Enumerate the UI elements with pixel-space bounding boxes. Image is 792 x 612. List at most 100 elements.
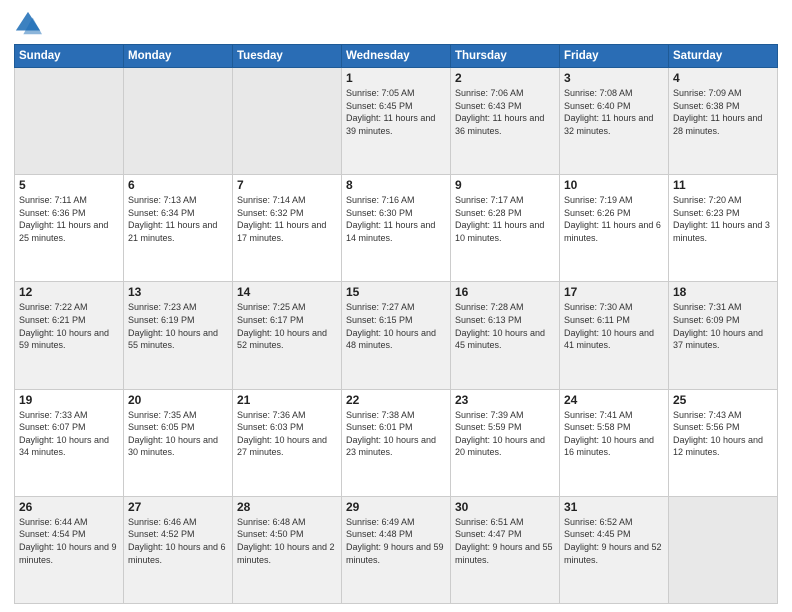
weekday-header-sunday: Sunday — [15, 45, 124, 68]
calendar-cell — [233, 68, 342, 175]
calendar-cell: 30Sunrise: 6:51 AMSunset: 4:47 PMDayligh… — [451, 496, 560, 603]
day-info: Sunrise: 7:06 AMSunset: 6:43 PMDaylight:… — [455, 87, 555, 137]
day-info: Sunrise: 6:44 AMSunset: 4:54 PMDaylight:… — [19, 516, 119, 566]
calendar-week-row: 1 Sunrise: 7:05 AMSunset: 6:45 PMDaylight… — [15, 68, 778, 175]
calendar-cell: 5 Sunrise: 7:11 AMSunset: 6:36 PMDaylight… — [15, 175, 124, 282]
day-info: Sunrise: 7:19 AMSunset: 6:26 PMDaylight:… — [564, 194, 664, 244]
day-number: 19 — [19, 393, 119, 407]
calendar-cell: 20 Sunrise: 7:35 AMSunset: 6:05 PMDayligh… — [124, 389, 233, 496]
day-info: Sunrise: 7:35 AMSunset: 6:05 PMDaylight:… — [128, 409, 228, 459]
calendar-cell: 11 Sunrise: 7:20 AMSunset: 6:23 PMDayligh… — [669, 175, 778, 282]
calendar-cell: 28 Sunrise: 6:48 AMSunset: 4:50 PMDayligh… — [233, 496, 342, 603]
calendar-week-row: 12 Sunrise: 7:22 AMSunset: 6:21 PMDayligh… — [15, 282, 778, 389]
calendar-cell: 24 Sunrise: 7:41 AMSunset: 5:58 PMDayligh… — [560, 389, 669, 496]
day-number: 20 — [128, 393, 228, 407]
weekday-header-row: SundayMondayTuesdayWednesdayThursdayFrid… — [15, 45, 778, 68]
calendar-cell: 18Sunrise: 7:31 AMSunset: 6:09 PMDayligh… — [669, 282, 778, 389]
day-number: 3 — [564, 71, 664, 85]
weekday-header-thursday: Thursday — [451, 45, 560, 68]
day-info: Sunrise: 7:16 AMSunset: 6:30 PMDaylight:… — [346, 194, 446, 244]
weekday-header-friday: Friday — [560, 45, 669, 68]
calendar-week-row: 19 Sunrise: 7:33 AMSunset: 6:07 PMDayligh… — [15, 389, 778, 496]
day-info: Sunrise: 6:46 AMSunset: 4:52 PMDaylight:… — [128, 516, 228, 566]
calendar-cell: 27Sunrise: 6:46 AMSunset: 4:52 PMDayligh… — [124, 496, 233, 603]
day-info: Sunrise: 7:43 AMSunset: 5:56 PMDaylight:… — [673, 409, 773, 459]
day-number: 9 — [455, 178, 555, 192]
day-info: Sunrise: 7:39 AMSunset: 5:59 PMDaylight:… — [455, 409, 555, 459]
day-info: Sunrise: 7:36 AMSunset: 6:03 PMDaylight:… — [237, 409, 337, 459]
day-number: 10 — [564, 178, 664, 192]
day-number: 31 — [564, 500, 664, 514]
day-info: Sunrise: 7:38 AMSunset: 6:01 PMDaylight:… — [346, 409, 446, 459]
day-number: 28 — [237, 500, 337, 514]
weekday-header-wednesday: Wednesday — [342, 45, 451, 68]
day-number: 11 — [673, 178, 773, 192]
calendar-cell: 15 Sunrise: 7:27 AMSunset: 6:15 PMDayligh… — [342, 282, 451, 389]
day-number: 16 — [455, 285, 555, 299]
day-info: Sunrise: 7:41 AMSunset: 5:58 PMDaylight:… — [564, 409, 664, 459]
calendar-cell: 9 Sunrise: 7:17 AMSunset: 6:28 PMDaylight… — [451, 175, 560, 282]
weekday-header-saturday: Saturday — [669, 45, 778, 68]
calendar-cell: 26Sunrise: 6:44 AMSunset: 4:54 PMDayligh… — [15, 496, 124, 603]
day-info: Sunrise: 7:23 AMSunset: 6:19 PMDaylight:… — [128, 301, 228, 351]
day-number: 17 — [564, 285, 664, 299]
calendar-cell: 12 Sunrise: 7:22 AMSunset: 6:21 PMDayligh… — [15, 282, 124, 389]
day-number: 15 — [346, 285, 446, 299]
day-number: 8 — [346, 178, 446, 192]
weekday-header-monday: Monday — [124, 45, 233, 68]
day-info: Sunrise: 7:25 AMSunset: 6:17 PMDaylight:… — [237, 301, 337, 351]
day-info: Sunrise: 7:08 AMSunset: 6:40 PMDaylight:… — [564, 87, 664, 137]
calendar-cell: 14Sunrise: 7:25 AMSunset: 6:17 PMDayligh… — [233, 282, 342, 389]
day-number: 29 — [346, 500, 446, 514]
calendar-cell: 10 Sunrise: 7:19 AMSunset: 6:26 PMDayligh… — [560, 175, 669, 282]
calendar-cell: 1 Sunrise: 7:05 AMSunset: 6:45 PMDaylight… — [342, 68, 451, 175]
calendar-cell — [15, 68, 124, 175]
calendar-cell: 31 Sunrise: 6:52 AMSunset: 4:45 PMDayligh… — [560, 496, 669, 603]
calendar-cell: 8 Sunrise: 7:16 AMSunset: 6:30 PMDaylight… — [342, 175, 451, 282]
calendar-cell: 19 Sunrise: 7:33 AMSunset: 6:07 PMDayligh… — [15, 389, 124, 496]
calendar-cell: 21Sunrise: 7:36 AMSunset: 6:03 PMDayligh… — [233, 389, 342, 496]
day-info: Sunrise: 6:48 AMSunset: 4:50 PMDaylight:… — [237, 516, 337, 566]
day-number: 5 — [19, 178, 119, 192]
day-info: Sunrise: 6:52 AMSunset: 4:45 PMDaylight:… — [564, 516, 664, 566]
logo-icon — [14, 10, 42, 38]
day-number: 24 — [564, 393, 664, 407]
day-info: Sunrise: 7:14 AMSunset: 6:32 PMDaylight:… — [237, 194, 337, 244]
day-number: 2 — [455, 71, 555, 85]
day-info: Sunrise: 7:09 AMSunset: 6:38 PMDaylight:… — [673, 87, 773, 137]
calendar-cell: 16Sunrise: 7:28 AMSunset: 6:13 PMDayligh… — [451, 282, 560, 389]
day-number: 6 — [128, 178, 228, 192]
day-number: 12 — [19, 285, 119, 299]
day-info: Sunrise: 7:20 AMSunset: 6:23 PMDaylight:… — [673, 194, 773, 244]
day-info: Sunrise: 7:11 AMSunset: 6:36 PMDaylight:… — [19, 194, 119, 244]
day-info: Sunrise: 7:17 AMSunset: 6:28 PMDaylight:… — [455, 194, 555, 244]
calendar-cell: 2 Sunrise: 7:06 AMSunset: 6:43 PMDaylight… — [451, 68, 560, 175]
page: SundayMondayTuesdayWednesdayThursdayFrid… — [0, 0, 792, 612]
calendar-cell: 25 Sunrise: 7:43 AMSunset: 5:56 PMDayligh… — [669, 389, 778, 496]
calendar-cell — [124, 68, 233, 175]
calendar-cell: 22Sunrise: 7:38 AMSunset: 6:01 PMDayligh… — [342, 389, 451, 496]
day-info: Sunrise: 7:22 AMSunset: 6:21 PMDaylight:… — [19, 301, 119, 351]
calendar-cell: 29 Sunrise: 6:49 AMSunset: 4:48 PMDayligh… — [342, 496, 451, 603]
calendar-cell: 3 Sunrise: 7:08 AMSunset: 6:40 PMDaylight… — [560, 68, 669, 175]
day-info: Sunrise: 7:33 AMSunset: 6:07 PMDaylight:… — [19, 409, 119, 459]
calendar-cell — [669, 496, 778, 603]
day-number: 1 — [346, 71, 446, 85]
day-number: 13 — [128, 285, 228, 299]
day-info: Sunrise: 7:27 AMSunset: 6:15 PMDaylight:… — [346, 301, 446, 351]
calendar-cell: 6 Sunrise: 7:13 AMSunset: 6:34 PMDaylight… — [124, 175, 233, 282]
header — [14, 10, 778, 38]
day-info: Sunrise: 7:31 AMSunset: 6:09 PMDaylight:… — [673, 301, 773, 351]
day-number: 23 — [455, 393, 555, 407]
weekday-header-tuesday: Tuesday — [233, 45, 342, 68]
calendar-week-row: 26Sunrise: 6:44 AMSunset: 4:54 PMDayligh… — [15, 496, 778, 603]
day-info: Sunrise: 7:13 AMSunset: 6:34 PMDaylight:… — [128, 194, 228, 244]
calendar-cell: 4 Sunrise: 7:09 AMSunset: 6:38 PMDaylight… — [669, 68, 778, 175]
calendar-table: SundayMondayTuesdayWednesdayThursdayFrid… — [14, 44, 778, 604]
day-info: Sunrise: 7:05 AMSunset: 6:45 PMDaylight:… — [346, 87, 446, 137]
day-info: Sunrise: 6:49 AMSunset: 4:48 PMDaylight:… — [346, 516, 446, 566]
calendar-cell: 13 Sunrise: 7:23 AMSunset: 6:19 PMDayligh… — [124, 282, 233, 389]
day-number: 4 — [673, 71, 773, 85]
day-number: 25 — [673, 393, 773, 407]
day-info: Sunrise: 7:30 AMSunset: 6:11 PMDaylight:… — [564, 301, 664, 351]
